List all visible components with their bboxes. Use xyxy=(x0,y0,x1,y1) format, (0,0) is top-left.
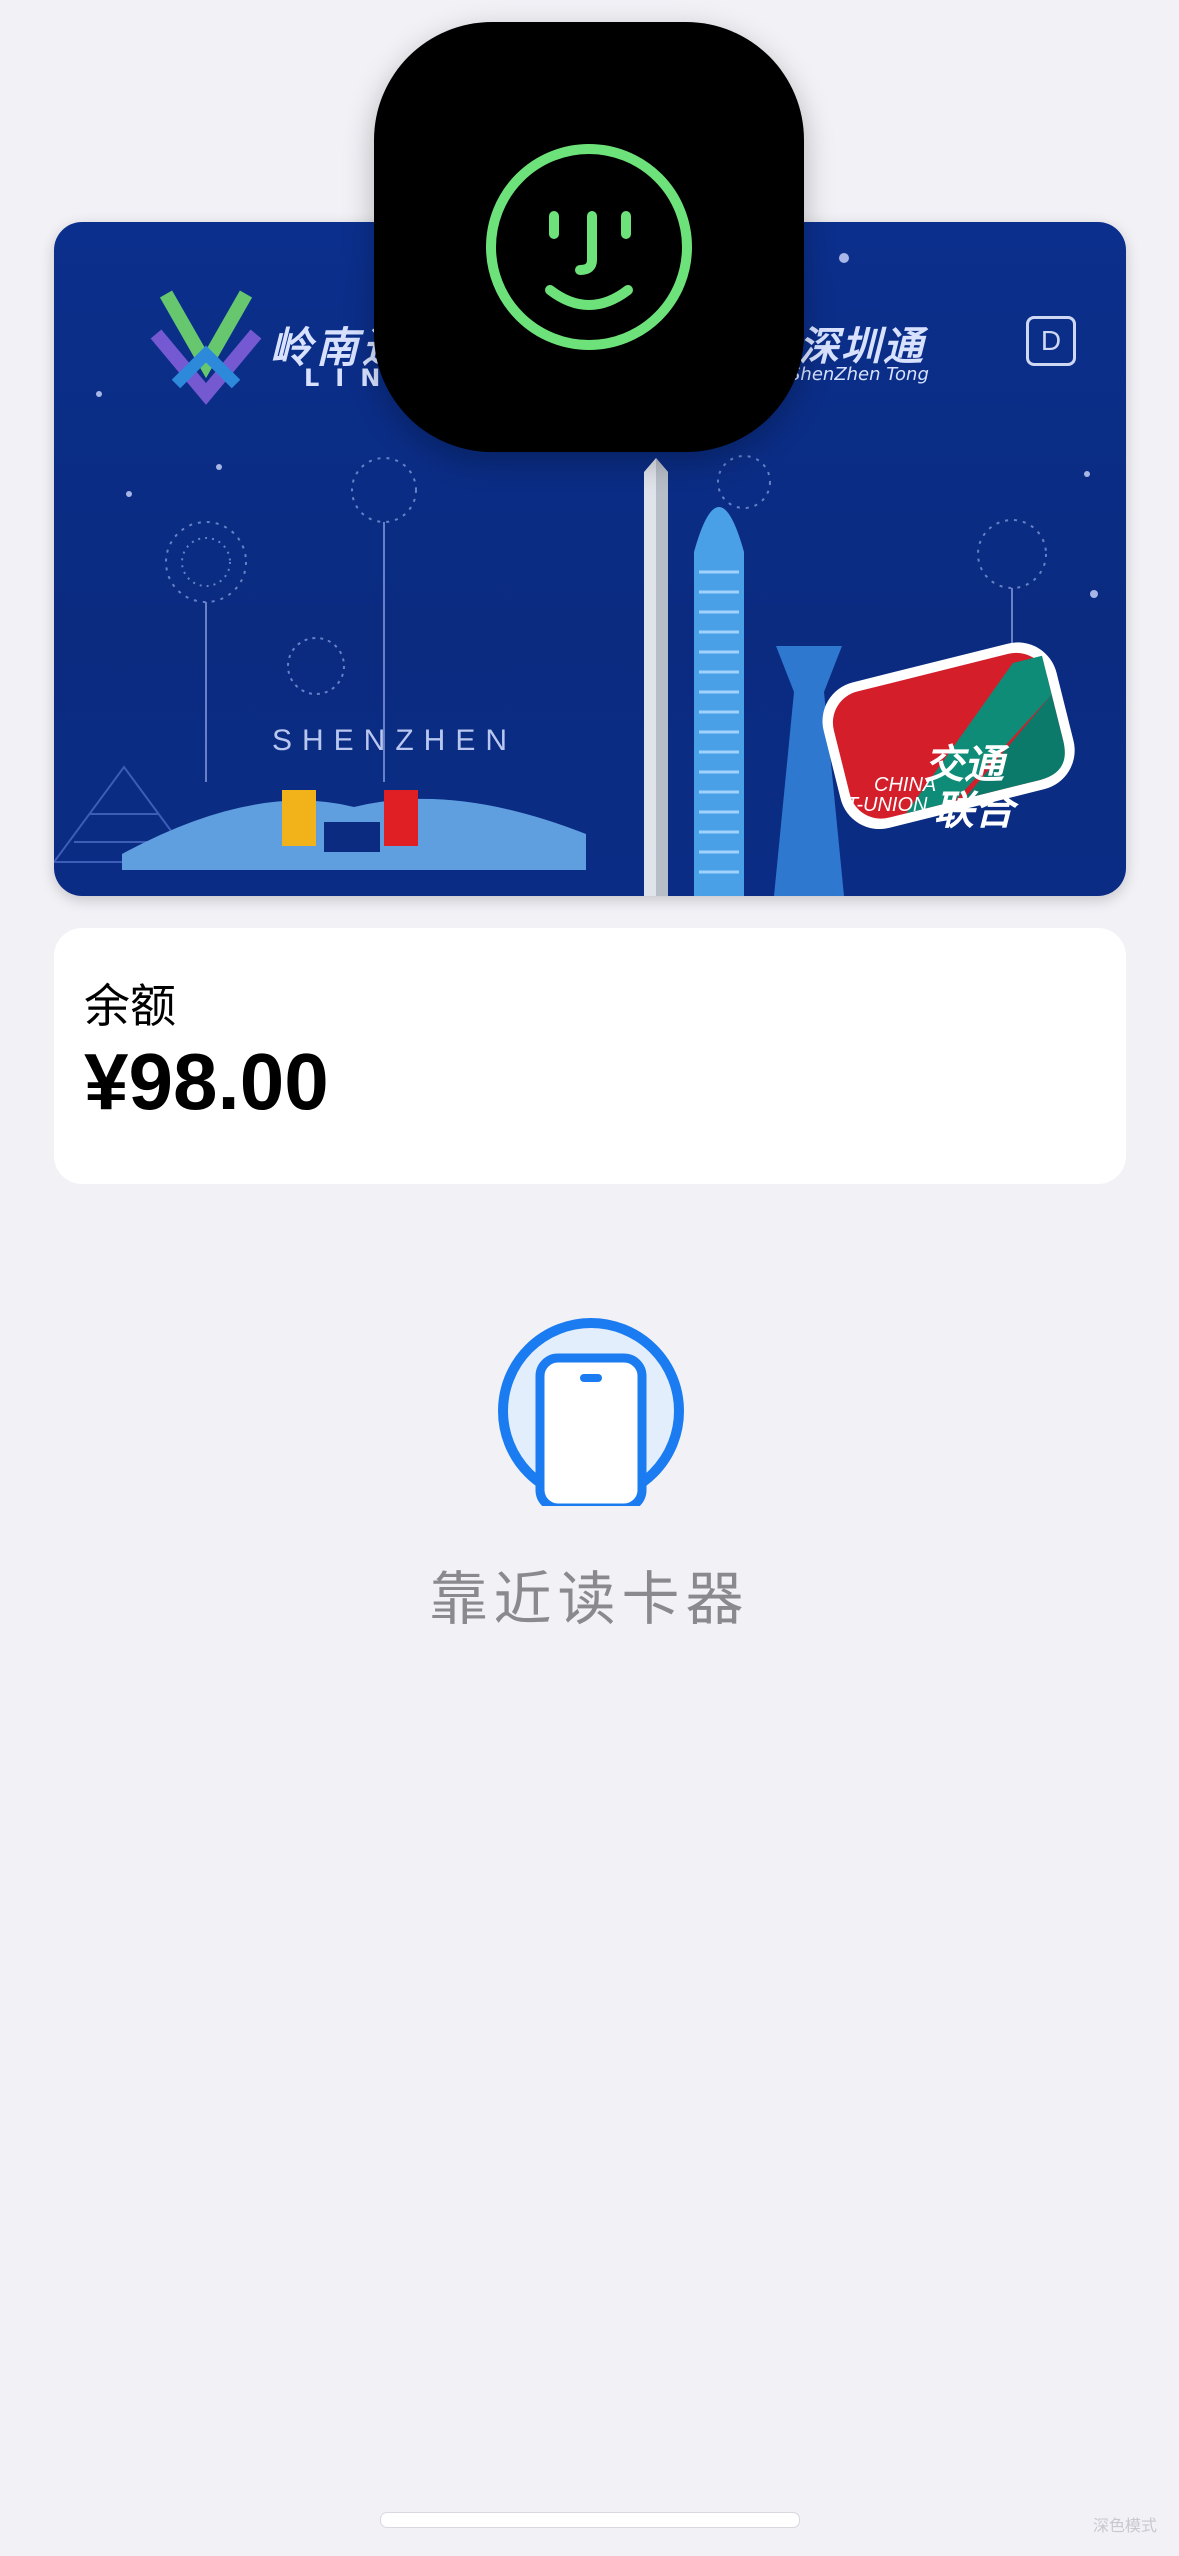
tunion-cn-bottom: 联合 xyxy=(934,788,1014,834)
balance-panel: 余额 ¥98.00 xyxy=(54,928,1126,1184)
card-d-badge: D xyxy=(1026,316,1076,366)
face-id-icon xyxy=(486,144,692,350)
tunion-en-bottom: T-UNION xyxy=(846,794,928,816)
home-indicator[interactable] xyxy=(380,2512,800,2528)
hold-near-reader-prompt: 靠近读卡器 xyxy=(429,1565,750,1633)
face-id-overlay xyxy=(374,22,804,452)
watermark: 深色模式 xyxy=(1092,2516,1157,2535)
balance-label: 余额 xyxy=(84,979,176,1033)
balance-value: ¥98.00 xyxy=(84,1037,329,1126)
issuer-right-sub: ShenZhen Tong xyxy=(789,364,929,385)
phone-icon xyxy=(498,1318,684,1506)
card-city-label: SHENZHEN xyxy=(272,724,518,757)
